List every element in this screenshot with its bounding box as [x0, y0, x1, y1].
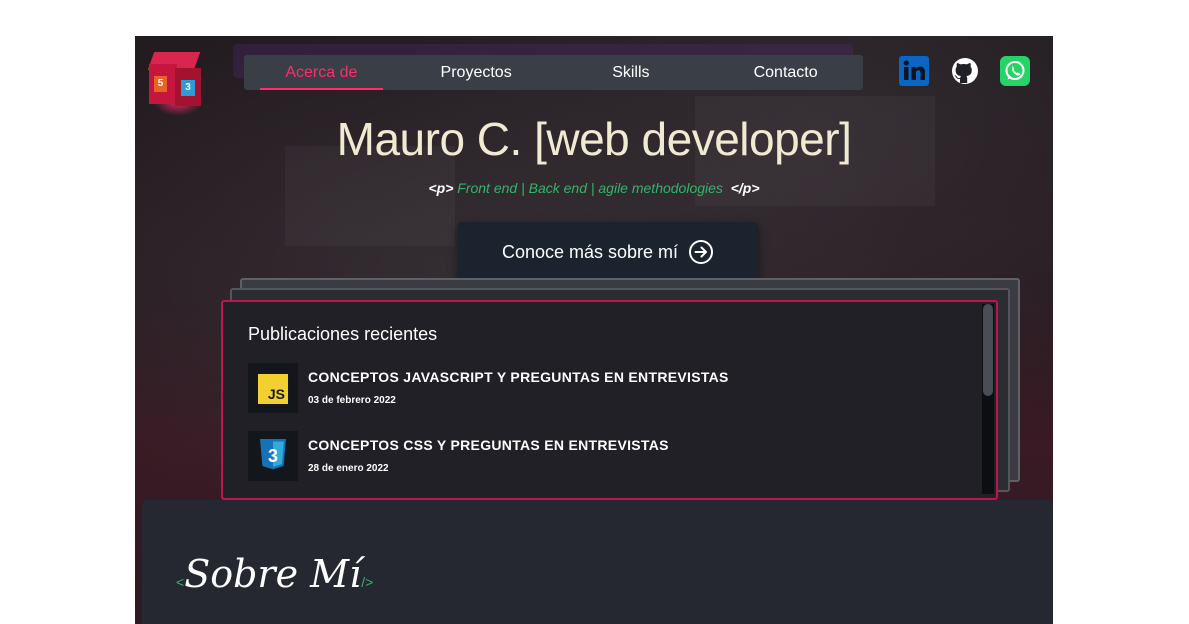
- about-title: <Sobre Mí/>: [176, 552, 373, 596]
- scrollbar-thumb[interactable]: [983, 304, 993, 396]
- post-thumbnail: JS: [248, 363, 298, 413]
- post-date: 03 de febrero 2022: [308, 395, 396, 406]
- css3-badge-text: 3: [268, 446, 278, 466]
- hero-title: Mauro C. [web developer]: [336, 113, 852, 165]
- tag-open: <p>: [428, 180, 454, 196]
- css3-icon: 3: [181, 80, 195, 96]
- css3-icon: 3: [260, 439, 286, 470]
- nav-item-contacto[interactable]: Contacto: [708, 55, 863, 90]
- javascript-icon: JS: [258, 374, 288, 404]
- site-logo[interactable]: 5 3: [145, 46, 207, 116]
- about-bracket-close: />: [361, 574, 374, 590]
- post-title[interactable]: CONCEPTOS JAVASCRIPT Y PREGUNTAS EN ENTR…: [308, 369, 729, 385]
- recent-posts-card: Publicaciones recientes JS CONCEPTOS JAV…: [221, 300, 998, 500]
- main-nav: Acerca de Proyectos Skills Contacto: [244, 55, 863, 90]
- tagline-text: Front end | Back end | agile methodologi…: [457, 180, 723, 196]
- post-date: 28 de enero 2022: [308, 463, 389, 474]
- learn-more-label: Conoce más sobre mí: [501, 241, 679, 262]
- learn-more-button[interactable]: Conoce más sobre mí: [458, 222, 758, 282]
- hero-tagline: <p> Front end | Back end | agile methodo…: [135, 180, 1053, 196]
- linkedin-icon[interactable]: [899, 56, 929, 86]
- whatsapp-icon[interactable]: [1000, 56, 1030, 86]
- nav-item-acerca-de[interactable]: Acerca de: [244, 55, 399, 90]
- about-section: <Sobre Mí/>: [142, 500, 1053, 624]
- post-item[interactable]: JS CONCEPTOS JAVASCRIPT Y PREGUNTAS EN E…: [248, 363, 948, 415]
- recent-posts-title: Publicaciones recientes: [248, 324, 438, 344]
- html5-icon: 5: [154, 76, 167, 92]
- post-thumbnail: 3: [248, 431, 298, 481]
- about-title-text: Sobre Mí: [184, 552, 362, 596]
- arrow-right-circle-icon: [689, 240, 714, 264]
- post-title[interactable]: CONCEPTOS CSS Y PREGUNTAS EN ENTREVISTAS: [308, 437, 669, 453]
- tag-close: </p>: [730, 180, 760, 196]
- github-icon[interactable]: [950, 56, 980, 86]
- page: 5 3 Acerca de Proyectos Skills Contacto …: [135, 36, 1053, 624]
- scrollbar-track[interactable]: [982, 304, 994, 494]
- nav-item-skills[interactable]: Skills: [554, 55, 709, 90]
- nav-item-proyectos[interactable]: Proyectos: [399, 55, 554, 90]
- about-bracket-open: <: [176, 574, 185, 590]
- post-item[interactable]: 3 CONCEPTOS CSS Y PREGUNTAS EN ENTREVIST…: [248, 431, 948, 483]
